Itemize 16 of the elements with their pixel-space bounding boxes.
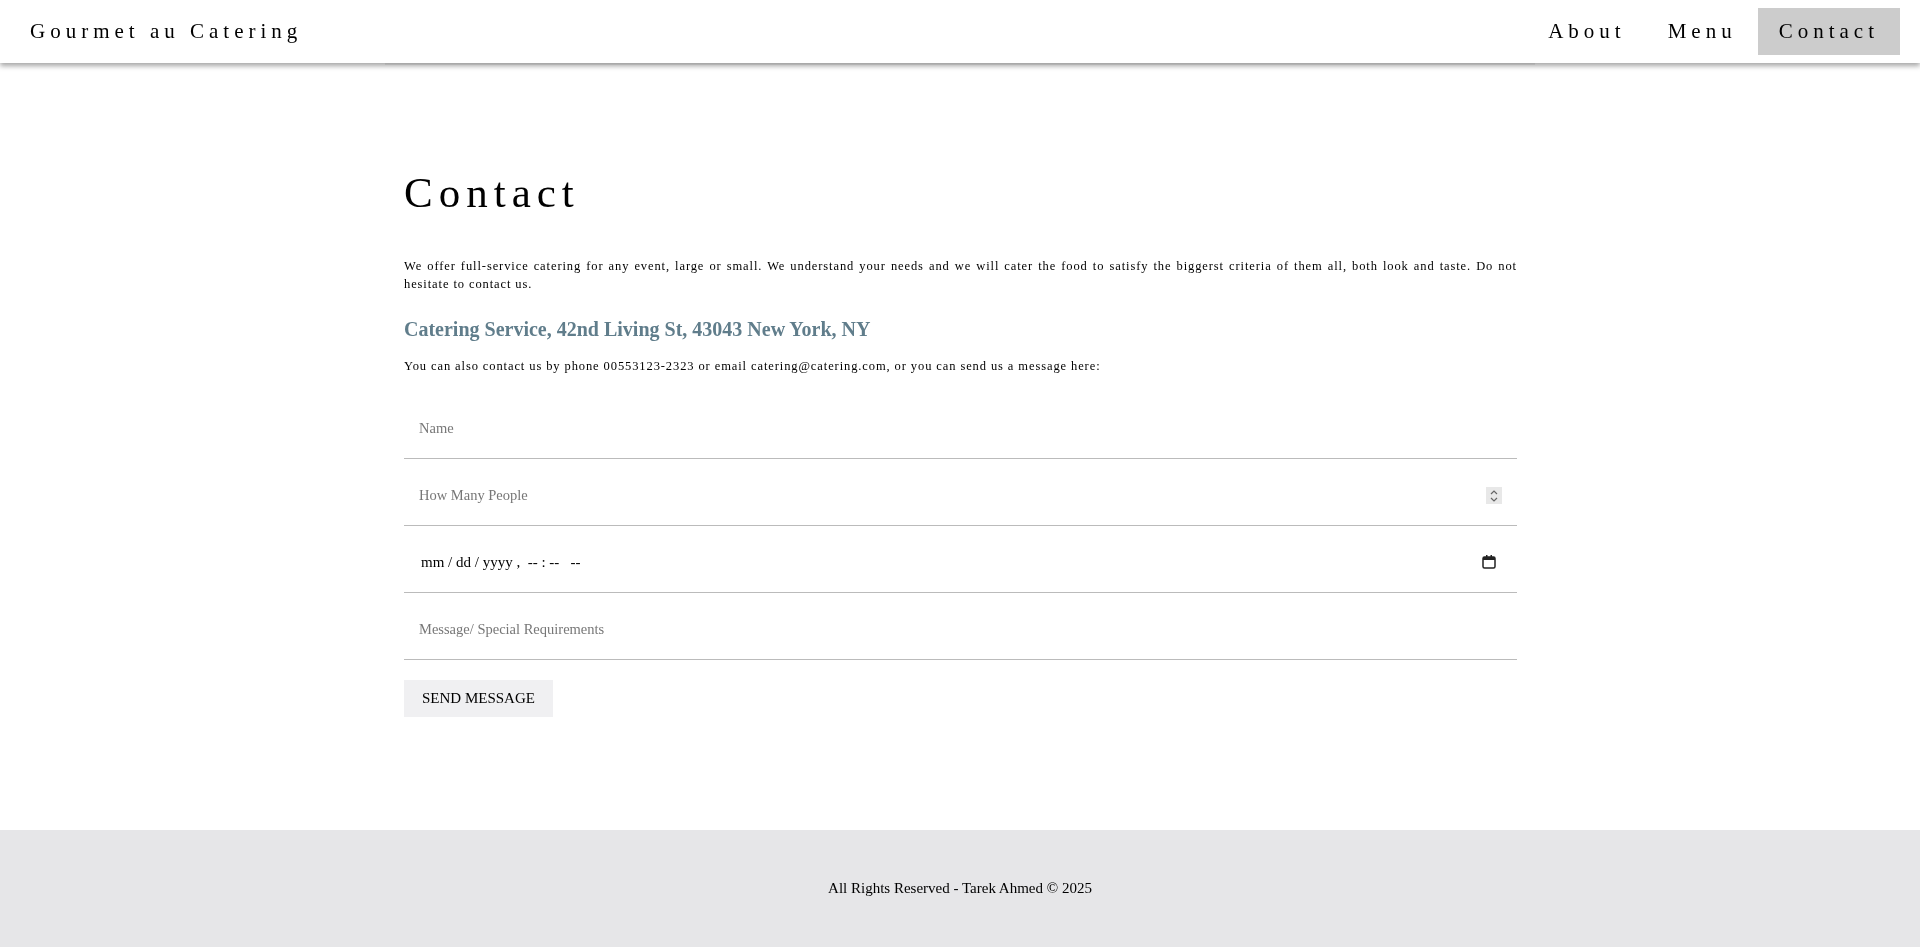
spinner-icon[interactable]	[1486, 487, 1502, 505]
number-field[interactable]: How Many People	[404, 479, 1486, 505]
intro-paragraph: We offer full-service catering for any event, large or small. We understand your needs and we will cater the food to satisfy the biggerst criteria of them all, both look and taste. Do not hesitate to contact us.	[404, 257, 1517, 293]
nav-link[interactable]: Contact	[1757, 8, 1900, 55]
datetime-field[interactable]: mm / dd / yyyy , -- : -- --	[404, 546, 1481, 572]
input-field[interactable]: Message/ Special Requirements	[404, 613, 1517, 639]
brand-link[interactable]: Gourmet au Catering	[30, 19, 303, 44]
calendar-icon[interactable]	[1481, 553, 1497, 570]
page-heading: Contact	[404, 168, 581, 218]
nav-link[interactable]: About	[1527, 8, 1647, 55]
copyright-text: All Rights Reserved - Tarek Ahmed © 2025	[828, 880, 1092, 897]
contact-info-text: You can also contact us by phone 00553123-2323 or email catering@catering.com, or you can send us a message here:	[404, 358, 1102, 374]
nav-link[interactable]: Menu	[1646, 8, 1758, 55]
address-heading: Catering Service, 42nd Living St, 43043 New York, NY	[404, 317, 872, 341]
send-message-button[interactable]: SEND MESSAGE	[404, 679, 553, 717]
input-field[interactable]: Name	[404, 412, 1517, 438]
